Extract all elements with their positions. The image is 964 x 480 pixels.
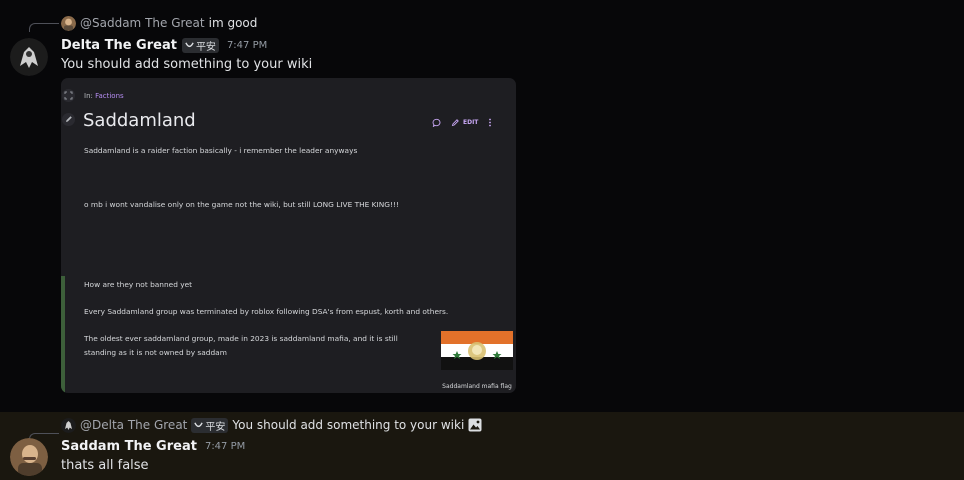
timestamp[interactable]: 7:47 PM bbox=[227, 40, 267, 51]
breadcrumb-prefix: In: bbox=[84, 92, 93, 100]
edit-pencil-icon bbox=[451, 119, 459, 127]
edit-text: EDIT bbox=[463, 119, 479, 126]
more-icon bbox=[489, 118, 492, 127]
pencil-icon bbox=[62, 113, 75, 126]
avatar[interactable] bbox=[10, 438, 48, 476]
attachment-side-bar bbox=[61, 276, 65, 393]
reply-text: You should add something to your wiki bbox=[232, 418, 465, 432]
page-tools: EDIT bbox=[432, 118, 492, 127]
username[interactable]: Delta The Great bbox=[61, 38, 177, 53]
flag-caption: Saddamland mafia flag bbox=[442, 383, 512, 390]
fullscreen-icon bbox=[62, 89, 75, 102]
wiki-paragraph: Saddamland is a raider faction basically… bbox=[84, 146, 358, 155]
tag-icon bbox=[185, 41, 194, 47]
edit-label: EDIT bbox=[451, 118, 478, 127]
reply-preview[interactable]: @Saddam The Great im good bbox=[61, 14, 257, 32]
image-attachment[interactable]: In: Factions Saddamland EDIT Saddamland … bbox=[61, 78, 516, 393]
guild-tag[interactable]: 平安 bbox=[191, 417, 229, 433]
breadcrumb-link: Factions bbox=[95, 92, 124, 100]
guild-tag[interactable]: 平安 bbox=[181, 37, 219, 53]
message-header: Saddam The Great 7:47 PM bbox=[61, 436, 245, 456]
avatar[interactable] bbox=[10, 38, 48, 76]
saddam-mini-avatar-icon bbox=[61, 15, 76, 31]
message-saddam: @Delta The Great 平安 You should add somet… bbox=[0, 412, 964, 480]
guild-tag-label: 平安 bbox=[205, 421, 226, 433]
username[interactable]: Saddam The Great bbox=[61, 439, 197, 454]
breadcrumb: In: Factions bbox=[84, 92, 124, 100]
wiki-paragraph: standing as it is not owned by saddam bbox=[84, 348, 227, 357]
wiki-paragraph: o mb i wont vandalise only on the game n… bbox=[84, 200, 399, 209]
page-title: Saddamland bbox=[83, 110, 196, 131]
wiki-paragraph: How are they not banned yet bbox=[84, 280, 193, 289]
delta-avatar-icon bbox=[10, 38, 48, 76]
guild-tag-label: 平安 bbox=[195, 41, 216, 53]
reply-mention[interactable]: @Delta The Great bbox=[80, 418, 187, 432]
timestamp[interactable]: 7:47 PM bbox=[205, 441, 245, 452]
message-delta: @Saddam The Great im good Delta The Grea… bbox=[0, 0, 964, 412]
message-content: thats all false bbox=[61, 458, 149, 473]
reply-text: im good bbox=[208, 16, 258, 30]
wiki-paragraph: Every Saddamland group was terminated by… bbox=[84, 307, 449, 316]
flag-image bbox=[441, 331, 513, 370]
wiki-paragraph: The oldest ever saddamland group, made i… bbox=[84, 334, 398, 343]
reply-preview[interactable]: @Delta The Great 平安 You should add somet… bbox=[61, 416, 482, 434]
delta-mini-avatar-icon bbox=[61, 417, 76, 433]
message-content: You should add something to your wiki bbox=[61, 57, 313, 72]
reply-connector bbox=[29, 23, 59, 32]
saddam-avatar-icon bbox=[10, 438, 48, 476]
tag-icon bbox=[194, 421, 204, 427]
message-header: Delta The Great 平安 7:47 PM bbox=[61, 35, 267, 55]
image-icon bbox=[468, 418, 482, 432]
reply-mention[interactable]: @Saddam The Great bbox=[80, 16, 205, 30]
comment-icon bbox=[432, 118, 441, 127]
